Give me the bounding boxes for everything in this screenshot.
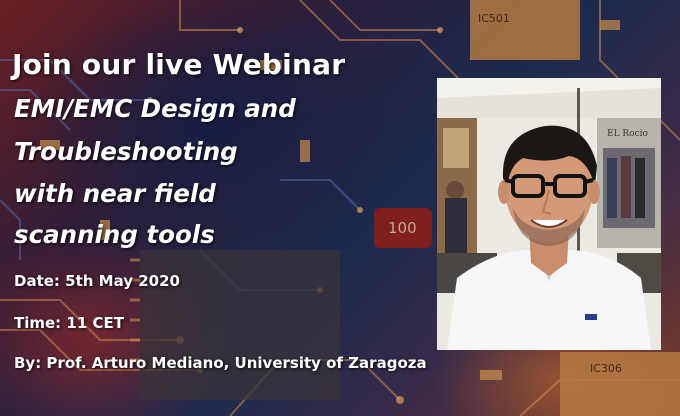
photo-sign: EL Rocio (607, 129, 648, 139)
component-label: 100 (388, 219, 417, 237)
webinar-banner: IC501 IC306 100 Join our live Webinar EM… (0, 0, 680, 416)
speaker-photo: EL Rocio (437, 78, 661, 350)
speaker-line: By: Prof. Arturo Mediano, University of … (14, 354, 427, 372)
subtitle-line-4: scanning tools (14, 220, 215, 249)
chip-bottom-right: IC306 (560, 352, 680, 416)
chip-top-label: IC501 (478, 12, 510, 25)
chip-top-right: IC501 (470, 0, 580, 60)
headline: Join our live Webinar (12, 48, 346, 81)
chip-bottom-label: IC306 (590, 362, 622, 375)
time-line: Time: 11 CET (14, 314, 124, 332)
date-line: Date: 5th May 2020 (14, 272, 180, 290)
subtitle-line-1: EMI/EMC Design and (14, 94, 296, 123)
subtitle-line-3: with near field (14, 179, 216, 208)
subtitle-line-2: Troubleshooting (14, 137, 238, 166)
component-100: 100 (374, 208, 432, 248)
